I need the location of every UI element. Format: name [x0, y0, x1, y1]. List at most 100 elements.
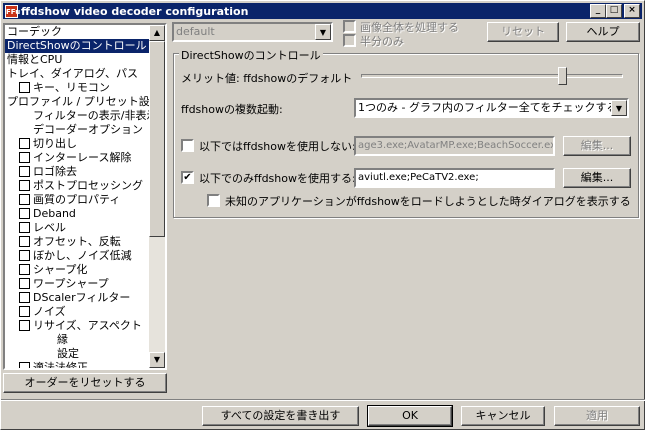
- dont-use-field[interactable]: age3.exe;AvatarMP.exe;BeachSoccer.ex: [354, 136, 555, 156]
- tree-items: コーデック DirectShowのコントロール 情報とCPU トレイ、ダイアログ、パス…: [5, 25, 152, 368]
- tree-item[interactable]: DScalerフィルター: [19, 291, 130, 305]
- half-only-label: 半分のみ: [360, 35, 404, 48]
- preset-value: default: [176, 25, 215, 38]
- only-use-field[interactable]: aviutl.exe;PeCaTV2.exe;: [354, 168, 555, 188]
- merit-slider-thumb[interactable]: [558, 67, 567, 85]
- chevron-down-icon[interactable]: ▼: [315, 24, 331, 40]
- settings-tree[interactable]: コーデック DirectShowのコントロール 情報とCPU トレイ、ダイアログ、パス…: [3, 23, 167, 370]
- tree-item-checkbox[interactable]: [19, 306, 30, 317]
- tree-item[interactable]: 縁: [57, 333, 68, 347]
- close-button[interactable]: ×: [624, 4, 640, 18]
- tree-item-label: 情報とCPU: [7, 53, 63, 66]
- tree-item[interactable]: 設定: [57, 347, 79, 361]
- tree-item-checkbox[interactable]: [19, 166, 30, 177]
- scroll-down-button[interactable]: ▼: [149, 352, 165, 368]
- tree-item-checkbox[interactable]: [19, 264, 30, 275]
- tree-item[interactable]: リサイズ、アスペクト: [19, 319, 142, 333]
- bottom-divider: [1, 399, 645, 401]
- tree-item-checkbox[interactable]: [19, 250, 30, 261]
- tree-item-checkbox[interactable]: [19, 138, 30, 149]
- tree-item-checkbox[interactable]: [19, 320, 30, 331]
- show-dialog-checkbox[interactable]: [207, 194, 220, 207]
- tree-item[interactable]: シャープ化: [19, 263, 87, 277]
- tree-item[interactable]: コーデック: [7, 25, 62, 39]
- tree-item-label: シャープ化: [33, 263, 88, 276]
- window-title: ffdshow video decoder configuration: [21, 4, 249, 18]
- apply-button[interactable]: 適用: [554, 406, 640, 426]
- tree-item-label: リサイズ、アスペクト: [33, 319, 142, 332]
- group-title: DirectShowのコントロール: [179, 47, 323, 63]
- tree-item[interactable]: 情報とCPU: [7, 53, 62, 67]
- dont-use-checkbox[interactable]: [181, 139, 194, 152]
- tree-item-label: DirectShowのコントロール: [7, 39, 147, 52]
- tree-item[interactable]: フィルターの表示/非表示: [33, 109, 152, 123]
- cancel-button[interactable]: キャンセル: [461, 406, 545, 426]
- tree-item-label: ワープシャープ: [33, 277, 109, 290]
- tree-item-label: ぼかし、ノイズ低減: [33, 249, 132, 262]
- only-use-label: 以下でのみffdshowを使用する:: [199, 172, 356, 185]
- only-use-checkbox[interactable]: ✔: [181, 171, 194, 184]
- tree-item-checkbox[interactable]: [19, 278, 30, 289]
- tree-item-label: レベル: [33, 221, 66, 234]
- merit-label: メリット値: ffdshowのデフォルト: [181, 72, 353, 85]
- tree-item[interactable]: インターレース解除: [19, 151, 131, 165]
- tree-item[interactable]: キー、リモコン: [19, 81, 110, 95]
- tree-item[interactable]: DirectShowのコントロール: [5, 39, 149, 53]
- multiple-instances-combo[interactable]: 1つのみ - グラフ内のフィルター全てをチェックする ▼: [354, 98, 629, 118]
- half-only-checkbox[interactable]: [343, 34, 356, 47]
- tree-item-checkbox[interactable]: [19, 180, 30, 191]
- tree-item[interactable]: Deband: [19, 207, 76, 221]
- dont-use-edit-button[interactable]: 編集...: [563, 136, 631, 156]
- scroll-thumb[interactable]: [149, 41, 165, 237]
- tree-item[interactable]: トレイ、ダイアログ、パス: [7, 67, 138, 81]
- process-whole-image-checkbox[interactable]: [343, 20, 356, 33]
- tree-item[interactable]: ぼかし、ノイズ低減: [19, 249, 132, 263]
- tree-item[interactable]: ポストプロセッシング: [19, 179, 143, 193]
- tree-item-label: ポストプロセッシング: [33, 179, 143, 192]
- tree-item[interactable]: オフセット、反転: [19, 235, 121, 249]
- tree-item-checkbox[interactable]: [19, 222, 30, 233]
- tree-item[interactable]: ワープシャープ: [19, 277, 109, 291]
- tree-item-checkbox[interactable]: [19, 194, 30, 205]
- tree-item-label: フィルターの表示/非表示: [33, 109, 152, 122]
- tree-scrollbar[interactable]: ▲ ▼: [149, 25, 165, 368]
- preset-combo[interactable]: default ▼: [172, 22, 333, 42]
- tree-item[interactable]: デコーダーオプション: [33, 123, 143, 137]
- tree-item-label: 画質のプロパティ: [33, 193, 121, 206]
- tree-item-checkbox[interactable]: [19, 236, 30, 247]
- tree-item[interactable]: 切り出し: [19, 137, 77, 151]
- tree-item-label: デコーダーオプション: [33, 123, 143, 136]
- tree-item[interactable]: レベル: [19, 221, 66, 235]
- tree-item-checkbox[interactable]: [19, 292, 30, 303]
- scroll-up-button[interactable]: ▲: [149, 25, 165, 41]
- reset-button[interactable]: リセット: [487, 22, 559, 42]
- tree-item[interactable]: 適法法修正: [19, 361, 88, 368]
- chevron-down-icon[interactable]: ▼: [611, 100, 627, 116]
- tree-item-label: 適法法修正: [33, 361, 88, 368]
- config-window: FFu ffdshow video decoder configuration …: [0, 0, 645, 430]
- tree-item-checkbox[interactable]: [19, 82, 30, 93]
- tree-item-checkbox[interactable]: [19, 208, 30, 219]
- tree-item[interactable]: 画質のプロパティ: [19, 193, 120, 207]
- tree-item-label: コーデック: [7, 25, 62, 38]
- tree-item-label: Deband: [33, 207, 76, 220]
- minimize-button[interactable]: _: [590, 4, 606, 18]
- tree-item-label: オフセット、反転: [33, 235, 121, 248]
- ok-button[interactable]: OK: [367, 405, 453, 427]
- reset-order-button[interactable]: オーダーをリセットする: [3, 373, 167, 393]
- checkmark-icon: ✔: [183, 172, 192, 183]
- only-use-edit-button[interactable]: 編集...: [563, 168, 631, 188]
- show-dialog-label: 未知のアプリケーションがffdshowをロードしようとした時ダイアログを表示する: [225, 195, 631, 208]
- tree-item-label: 設定: [57, 347, 79, 360]
- export-settings-button[interactable]: すべての設定を書き出す: [202, 406, 359, 426]
- help-button[interactable]: ヘルプ: [566, 22, 640, 42]
- title-bar[interactable]: FFu ffdshow video decoder configuration …: [3, 3, 642, 19]
- maximize-button[interactable]: □: [606, 4, 622, 18]
- tree-item[interactable]: プロファイル / プリセット設定: [7, 95, 152, 109]
- tree-item-label: キー、リモコン: [33, 81, 110, 94]
- tree-item[interactable]: ノイズ: [19, 305, 66, 319]
- merit-slider-track[interactable]: [361, 74, 623, 78]
- tree-item-checkbox[interactable]: [19, 362, 30, 368]
- tree-item[interactable]: ロゴ除去: [19, 165, 77, 179]
- tree-item-checkbox[interactable]: [19, 152, 30, 163]
